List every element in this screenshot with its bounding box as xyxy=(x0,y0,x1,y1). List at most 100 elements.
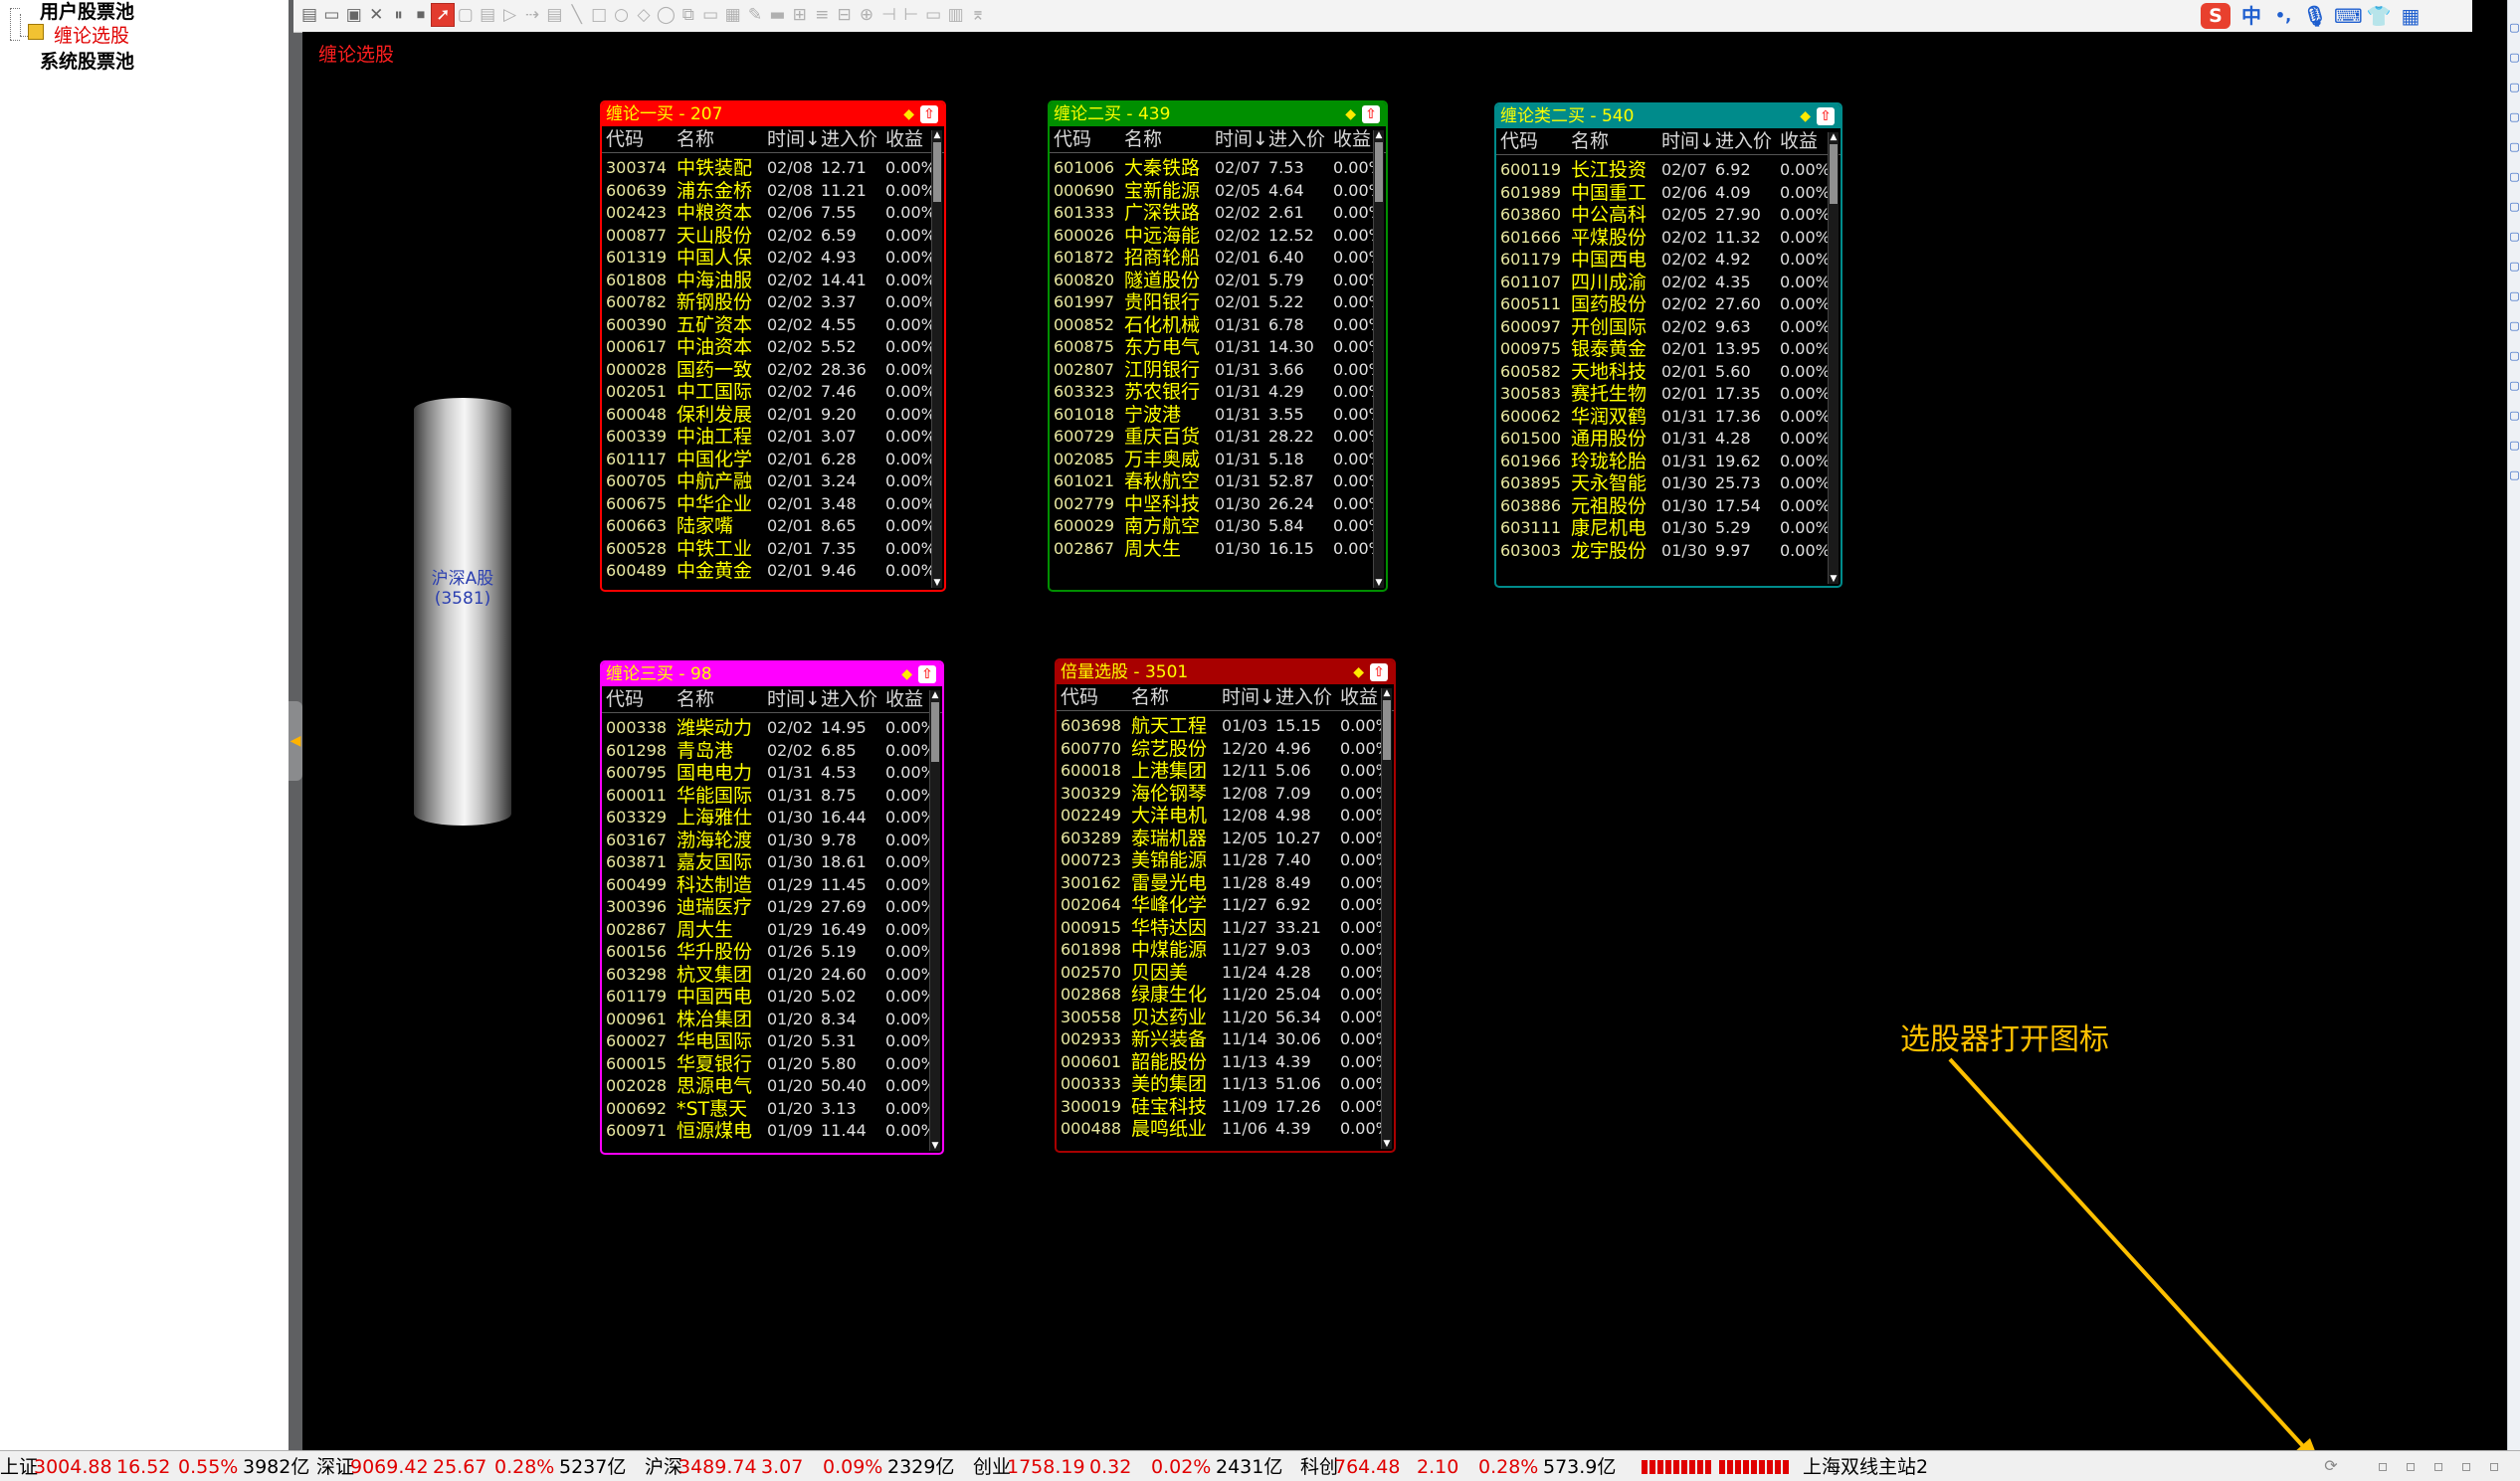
table-row[interactable]: 600339 中油工程 02/01 3.07 0.00% xyxy=(602,426,944,449)
tree-item-system-pool[interactable]: 系统股票池 xyxy=(40,50,134,74)
collapse-up-icon[interactable]: ⇧ xyxy=(1817,107,1835,125)
scroll-up-icon[interactable]: ▲ xyxy=(930,690,940,700)
scroll-down-icon[interactable]: ▼ xyxy=(1374,578,1384,588)
microphone-icon[interactable]: 🎙 xyxy=(2302,3,2328,29)
sogou-ime-icon[interactable]: S xyxy=(2201,3,2230,29)
vertical-scrollbar[interactable]: ▲ ▼ xyxy=(1381,688,1392,1149)
table-row[interactable]: 002933 新兴装备 11/14 30.06 0.00% xyxy=(1057,1028,1394,1051)
column-ret[interactable]: 收益 xyxy=(1780,128,1818,154)
person-icon[interactable]: ▫ xyxy=(2456,1455,2476,1477)
panel-icon[interactable]: ▭ xyxy=(921,3,945,27)
side-tool-icon[interactable]: ▢ xyxy=(2509,378,2520,394)
table-row[interactable]: 002570 贝因美 11/24 4.28 0.00% xyxy=(1057,962,1394,985)
table-row[interactable]: 601989 中国重工 02/06 4.09 0.00% xyxy=(1496,182,1841,205)
column-price[interactable]: 进入价 xyxy=(821,126,877,152)
vertical-scrollbar[interactable]: ▲ ▼ xyxy=(931,130,942,588)
column-price[interactable]: 进入价 xyxy=(1275,684,1332,710)
table-row[interactable]: 000617 中油资本 02/02 5.52 0.00% xyxy=(602,336,944,359)
side-tool-icon[interactable]: ▢ xyxy=(2509,50,2520,66)
table-row[interactable]: 601966 玲珑轮胎 01/31 19.62 0.00% xyxy=(1496,451,1841,473)
split-icon[interactable]: ⊣ xyxy=(876,3,900,27)
merge-icon[interactable]: ⊢ xyxy=(899,3,923,27)
side-tool-icon[interactable]: ▢ xyxy=(2509,318,2520,334)
side-tool-icon[interactable]: ▢ xyxy=(2509,259,2520,275)
signal-icon[interactable]: ▫ xyxy=(2428,1455,2448,1477)
table-row[interactable]: 000333 美的集团 11/13 51.06 0.00% xyxy=(1057,1073,1394,1096)
table-row[interactable]: 000975 银泰黄金 02/01 13.95 0.00% xyxy=(1496,338,1841,361)
align-icon[interactable]: ≡ xyxy=(810,3,834,27)
side-tool-icon[interactable]: ▢ xyxy=(2509,109,2520,125)
diamond-icon[interactable]: ◆ xyxy=(1353,660,1364,684)
diamond-icon[interactable]: ◆ xyxy=(1345,102,1356,126)
table-row[interactable]: 300374 中铁装配 02/08 12.71 0.00% xyxy=(602,157,944,180)
table-row[interactable]: 601666 平煤股份 02/02 11.32 0.00% xyxy=(1496,227,1841,250)
diamond-icon[interactable]: ◆ xyxy=(1800,104,1811,128)
column-time[interactable]: 时间↓ xyxy=(1661,128,1715,154)
table-row[interactable]: 300583 赛托生物 02/01 17.35 0.00% xyxy=(1496,383,1841,406)
stock-panel[interactable]: 缠论二买 - 439 ◆ ⇧ 代码 名称 时间↓ 进入价 收益 601006 大秦铁路 02/07 7… xyxy=(1048,100,1388,592)
scroll-down-icon[interactable]: ▼ xyxy=(1829,574,1839,584)
skin-icon[interactable]: 👕 xyxy=(2366,3,2392,29)
table-row[interactable]: 600528 中铁工业 02/01 7.35 0.00% xyxy=(602,538,944,561)
grid-icon[interactable]: ⊞ xyxy=(788,3,812,27)
table-row[interactable]: 601500 通用股份 01/31 4.28 0.00% xyxy=(1496,428,1841,451)
column-ret[interactable]: 收益 xyxy=(885,686,923,712)
stock-pool-cylinder[interactable]: 沪深A股 (3581) xyxy=(414,398,511,826)
table-row[interactable]: 601898 中煤能源 11/27 9.03 0.00% xyxy=(1057,939,1394,962)
scroll-up-icon[interactable]: ▲ xyxy=(1829,132,1839,142)
panel-header[interactable]: 缠论一买 - 207 ◆ ⇧ xyxy=(602,102,944,126)
keyboard-icon[interactable]: ⌨ xyxy=(2334,3,2363,29)
table-row[interactable]: 002423 中粮资本 02/06 7.55 0.00% xyxy=(602,202,944,225)
table-row[interactable]: 300329 海伦钢琴 12/08 7.09 0.00% xyxy=(1057,783,1394,806)
side-tool-icon[interactable]: ▢ xyxy=(2509,288,2520,304)
table-row[interactable]: 000692 *ST惠天 01/20 3.13 0.00% xyxy=(602,1098,942,1121)
column-time[interactable]: 时间↓ xyxy=(1215,126,1268,152)
table-row[interactable]: 600048 保利发展 02/01 9.20 0.00% xyxy=(602,404,944,427)
diamond-icon[interactable]: ◇ xyxy=(632,3,656,27)
table-row[interactable]: 601997 贵阳银行 02/01 5.22 0.00% xyxy=(1050,291,1386,314)
side-tool-icon[interactable]: ▢ xyxy=(2509,20,2520,36)
table-row[interactable]: 601333 广深铁路 02/02 2.61 0.00% xyxy=(1050,202,1386,225)
table-row[interactable]: 002807 江阴银行 01/31 3.66 0.00% xyxy=(1050,359,1386,382)
column-name[interactable]: 名称 xyxy=(677,686,714,712)
pointer-icon[interactable]: ➚ xyxy=(431,3,456,27)
punctuation-icon[interactable]: •, xyxy=(2270,3,2296,29)
table-row[interactable]: 600026 中远海能 02/02 12.52 0.00% xyxy=(1050,225,1386,248)
table-row[interactable]: 601107 四川成渝 02/02 4.35 0.00% xyxy=(1496,272,1841,294)
collapse-up-icon[interactable]: ⇧ xyxy=(918,665,936,683)
page-icon[interactable]: ▭ xyxy=(698,3,722,27)
table-row[interactable]: 603895 天永智能 01/30 25.73 0.00% xyxy=(1496,472,1841,495)
side-tool-icon[interactable]: ▢ xyxy=(2509,139,2520,155)
ring-icon[interactable]: ◯ xyxy=(654,3,678,27)
table-row[interactable]: 000852 石化机械 01/31 6.78 0.00% xyxy=(1050,314,1386,337)
document-icon[interactable]: ▤ xyxy=(297,3,321,27)
table-row[interactable]: 603003 龙宇股份 01/30 9.97 0.00% xyxy=(1496,540,1841,563)
menu-icon[interactable]: ▫ xyxy=(2484,1455,2504,1477)
column-price[interactable]: 进入价 xyxy=(1715,128,1772,154)
table-row[interactable]: 600390 五矿资本 02/02 4.55 0.00% xyxy=(602,314,944,337)
column-code[interactable]: 代码 xyxy=(1500,128,1538,154)
column-price[interactable]: 进入价 xyxy=(1268,126,1325,152)
minus-icon[interactable]: ▬ xyxy=(765,3,789,27)
table-row[interactable]: 600011 华能国际 01/31 8.75 0.00% xyxy=(602,785,942,808)
table-row[interactable]: 600582 天地科技 02/01 5.60 0.00% xyxy=(1496,361,1841,384)
table-row[interactable]: 600782 新钢股份 02/02 3.37 0.00% xyxy=(602,291,944,314)
brush-icon[interactable]: ✎ xyxy=(743,3,767,27)
panel-header[interactable]: 缠论三买 - 98 ◆ ⇧ xyxy=(602,662,942,686)
tree-item-user-pool[interactable]: 用户股票池 xyxy=(40,0,134,24)
table-row[interactable]: 601808 中海油服 02/02 14.41 0.00% xyxy=(602,270,944,292)
table-row[interactable]: 002867 周大生 01/29 16.49 0.00% xyxy=(602,919,942,942)
table-row[interactable]: 603111 康尼机电 01/30 5.29 0.00% xyxy=(1496,517,1841,540)
table-row[interactable]: 300019 硅宝科技 11/09 17.26 0.00% xyxy=(1057,1096,1394,1119)
column-price[interactable]: 进入价 xyxy=(821,686,877,712)
table-row[interactable]: 601018 宁波港 01/31 3.55 0.00% xyxy=(1050,404,1386,427)
table-row[interactable]: 600729 重庆百货 01/31 28.22 0.00% xyxy=(1050,426,1386,449)
table-row[interactable]: 603323 苏农银行 01/31 4.29 0.00% xyxy=(1050,381,1386,404)
scroll-thumb[interactable] xyxy=(933,142,941,202)
stock-panel[interactable]: 缠论三买 - 98 ◆ ⇧ 代码 名称 时间↓ 进入价 收益 000338 潍柴动力 02/02 14… xyxy=(600,660,944,1155)
list-icon[interactable]: ▤ xyxy=(542,3,566,27)
column-time[interactable]: 时间↓ xyxy=(767,126,821,152)
table-row[interactable]: 300558 贝达药业 11/20 56.34 0.00% xyxy=(1057,1007,1394,1029)
table-row[interactable]: 002867 周大生 01/30 16.15 0.00% xyxy=(1050,538,1386,561)
scroll-up-icon[interactable]: ▲ xyxy=(1374,130,1384,140)
